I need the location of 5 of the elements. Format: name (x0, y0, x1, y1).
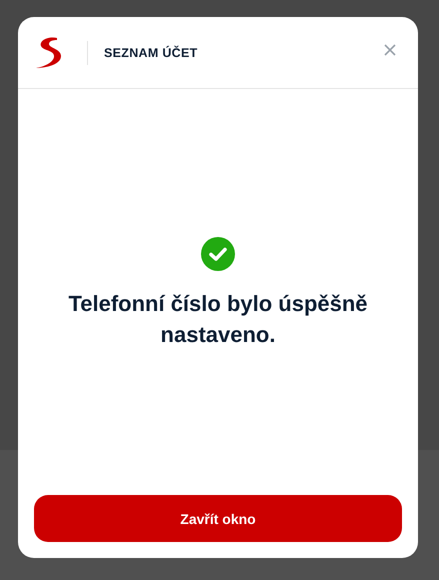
close-window-button[interactable]: Zavřít okno (34, 495, 402, 542)
success-check-icon (201, 237, 235, 271)
success-message: Telefonní číslo bylo úspěšně nastaveno. (67, 290, 369, 349)
dialog-title: SEZNAM ÚČET (104, 46, 199, 60)
close-icon[interactable] (384, 44, 396, 56)
